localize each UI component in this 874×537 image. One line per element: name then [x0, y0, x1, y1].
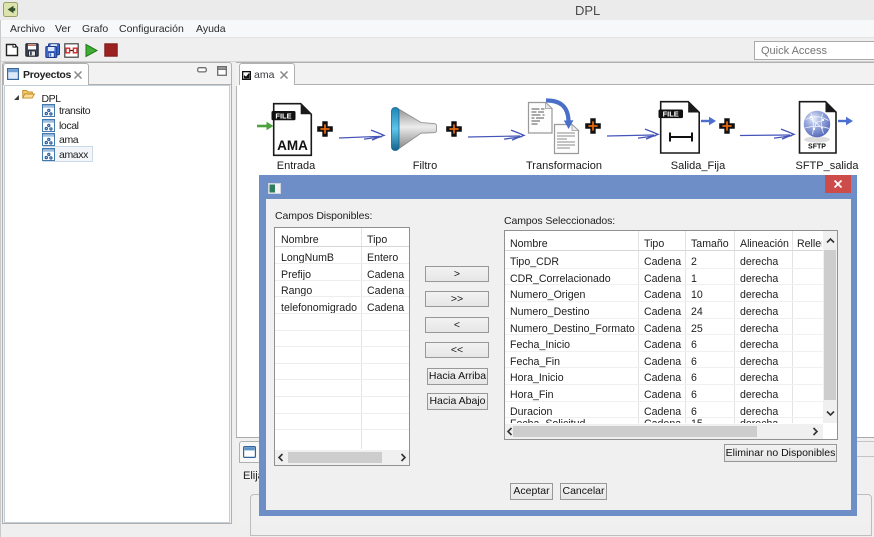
svg-text:SFTP_salida: SFTP_salida — [796, 160, 860, 172]
svg-text:FILE: FILE — [663, 109, 679, 118]
svg-text:FILE: FILE — [275, 111, 291, 120]
svg-text:SFTP: SFTP — [808, 144, 826, 151]
svg-text:Transformacion: Transformacion — [526, 160, 602, 172]
svg-text:Filtro: Filtro — [413, 160, 437, 172]
svg-text:Salida_Fija: Salida_Fija — [671, 160, 726, 172]
svg-text:AMA: AMA — [277, 138, 308, 153]
svg-text:Entrada: Entrada — [277, 160, 316, 172]
